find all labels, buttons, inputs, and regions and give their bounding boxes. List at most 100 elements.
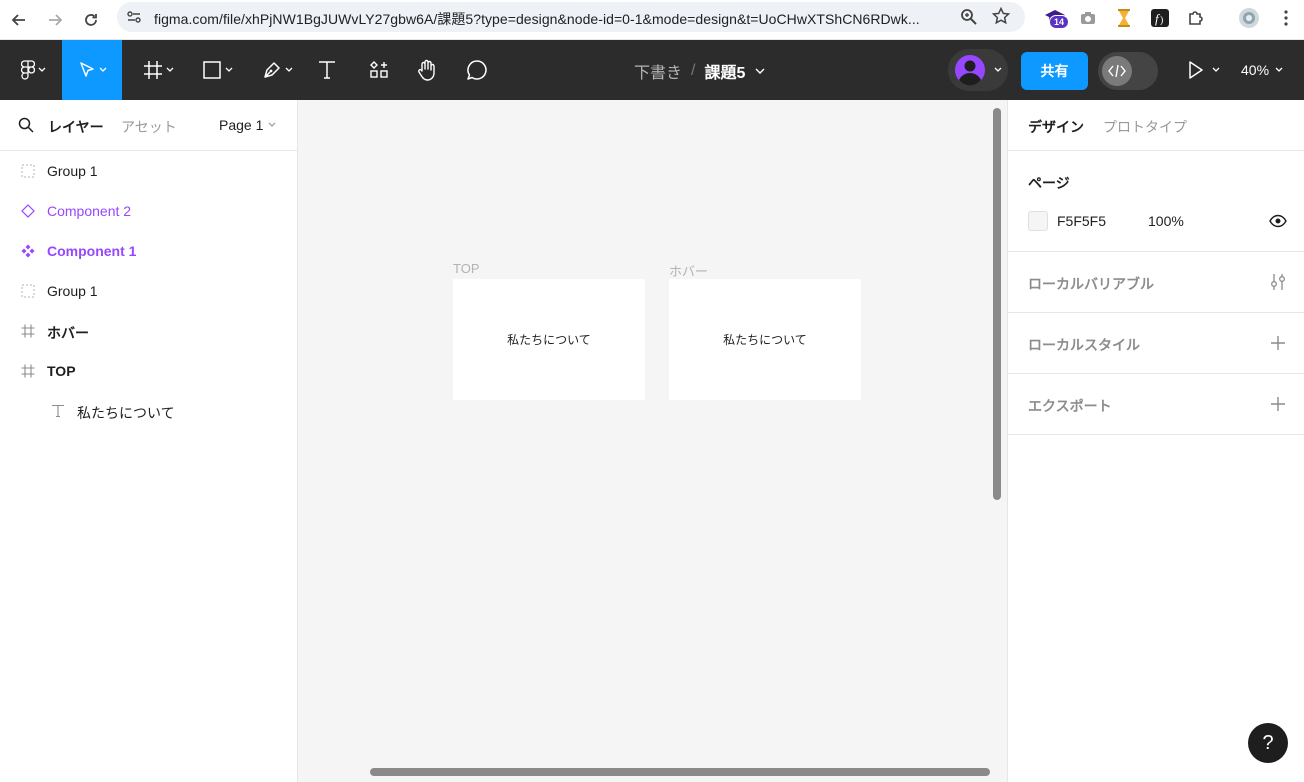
layer-row[interactable]: TOP [0,351,297,391]
address-bar[interactable]: figma.com/file/xhPjNW1BgJUWvLY27gbw6A/課題… [117,2,1025,32]
add-export-plus-icon[interactable] [1270,396,1286,412]
local-variables-section[interactable]: ローカルバリアブル [1008,252,1304,313]
group-icon [20,163,36,179]
page-selector[interactable]: Page 1 [219,117,276,133]
eye-icon[interactable] [1269,214,1287,228]
layer-row[interactable]: Group 1 [0,271,297,311]
search-layers-icon[interactable] [18,117,34,133]
pen-tool-button[interactable] [254,40,300,100]
design-canvas[interactable]: TOP 私たちについて ホバー 私たちについて [298,100,1007,782]
page-color-opacity[interactable]: 100% [1148,213,1184,229]
camera-extension-icon[interactable] [1076,6,1100,30]
arrow-right-icon [49,14,63,26]
chevron-down-icon [225,67,232,72]
shape-tool-button[interactable] [194,40,240,100]
add-style-plus-icon[interactable] [1270,335,1286,351]
play-icon [1189,61,1203,79]
layers-panel: レイヤー アセット Page 1 Group 1 Component 2 Com… [0,100,298,782]
extension-graduation-icon[interactable]: 14 [1043,6,1070,30]
reload-icon [85,14,97,26]
page-color-hex[interactable]: F5F5F5 [1057,213,1106,229]
share-button[interactable]: 共有 [1021,52,1088,90]
hourglass-extension-icon[interactable] [1112,6,1136,30]
frame-icon [20,323,36,339]
vertical-scrollbar[interactable] [993,108,1001,500]
local-variables-title: ローカルバリアブル [1028,276,1154,292]
bookmark-star-icon[interactable] [992,7,1010,25]
frame-top[interactable]: 私たちについて [453,279,645,400]
dev-mode-knob [1102,56,1132,86]
forward-button[interactable] [41,6,69,34]
comment-bubble-icon [467,60,487,80]
text-tool-button[interactable] [312,40,342,100]
chevron-down-icon [994,67,1002,72]
layer-label: TOP [47,363,76,379]
variables-sliders-icon[interactable] [1270,273,1286,291]
cursor-arrow-icon [79,62,94,77]
help-button[interactable]: ? [1248,723,1288,763]
chevron-down-icon [1212,67,1220,72]
dev-mode-toggle[interactable] [1098,52,1158,90]
hand-icon [418,59,435,81]
browser-toolbar: figma.com/file/xhPjNW1BgJUWvLY27gbw6A/課題… [0,0,1304,40]
move-tool-button[interactable] [62,40,122,100]
frame-tool-button[interactable] [136,40,180,100]
user-avatar-icon [955,55,985,86]
chevron-down-icon [285,67,292,72]
page-section-title: ページ [1028,175,1070,191]
chevron-down-icon [1275,67,1283,72]
tab-assets[interactable]: アセット [121,117,177,137]
chevron-down-icon [38,67,45,72]
component-icon [20,243,36,259]
hand-tool-button[interactable] [412,40,442,100]
chevron-down-icon[interactable] [755,68,765,74]
local-styles-section: ローカルスタイル [1008,313,1304,374]
extension-badge: 14 [1049,15,1070,29]
zoom-menu[interactable]: 40% [1241,62,1283,78]
present-button[interactable] [1184,40,1224,100]
frame-text[interactable]: 私たちについて [507,331,591,348]
frame-label-hover[interactable]: ホバー [669,261,708,280]
layer-row[interactable]: ホバー [0,311,297,351]
tab-layers[interactable]: レイヤー [48,117,104,137]
reload-button[interactable] [77,6,105,34]
main-menu-button[interactable] [8,40,58,100]
text-t-icon [319,61,335,79]
tab-design[interactable]: デザイン [1028,117,1084,137]
user-avatar-menu[interactable] [948,49,1008,91]
frame-text[interactable]: 私たちについて [723,331,807,348]
url-text: figma.com/file/xhPjNW1BgJUWvLY27gbw6A/課題… [154,11,920,27]
layer-label: Component 2 [47,203,132,219]
export-section: エクスポート [1008,374,1304,435]
site-settings-icon[interactable] [126,9,142,25]
profile-avatar[interactable] [1237,6,1261,30]
left-panel-tabs: レイヤー アセット Page 1 [0,100,297,151]
comment-tool-button[interactable] [462,40,492,100]
file-title[interactable]: 下書き / 課題5 [634,59,765,83]
layer-row[interactable]: Component 2 [0,191,297,231]
zoom-lens-icon[interactable] [960,8,978,26]
function-extension-icon[interactable]: f) [1148,6,1172,30]
drafts-link[interactable]: 下書き [634,59,682,83]
browser-menu-icon[interactable] [1274,6,1298,30]
horizontal-scrollbar[interactable] [370,768,990,776]
back-button[interactable] [5,6,33,34]
frame-hover[interactable]: 私たちについて [669,279,861,400]
title-separator: / [691,62,696,79]
export-title: エクスポート [1028,398,1112,414]
page-selector-label: Page 1 [219,117,264,133]
right-panel-tabs: デザイン プロトタイプ [1008,100,1304,151]
page-color-swatch[interactable] [1028,211,1048,231]
resources-button[interactable] [364,40,394,100]
layer-row[interactable]: Group 1 [0,151,297,191]
layer-row[interactable]: 私たちについて [0,391,297,431]
frame-label-top[interactable]: TOP [453,261,480,276]
resources-icon [370,61,388,78]
local-styles-title: ローカルスタイル [1028,337,1140,353]
extensions-puzzle-icon[interactable] [1184,6,1208,30]
layer-label: Component 1 [47,243,137,259]
layer-row[interactable]: Component 1 [0,231,297,271]
text-icon [50,403,66,419]
file-name[interactable]: 課題5 [704,59,745,83]
tab-prototype[interactable]: プロトタイプ [1103,117,1187,137]
